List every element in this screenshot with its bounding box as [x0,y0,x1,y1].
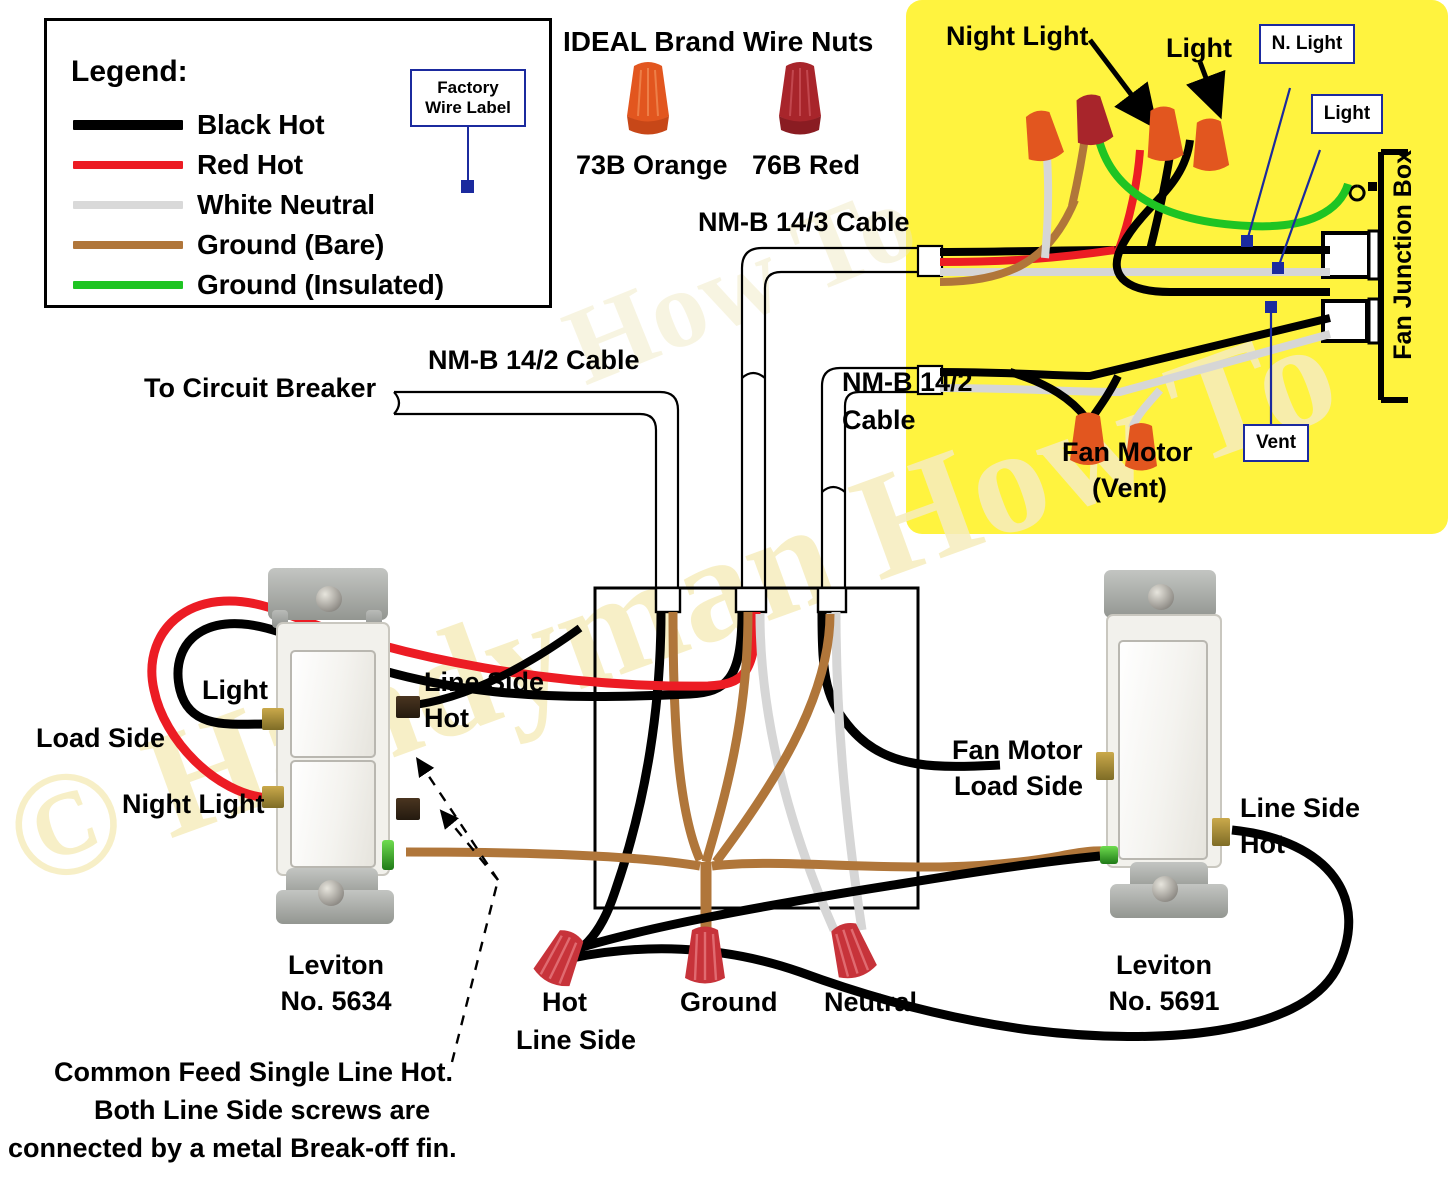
label-to-circuit-breaker: To Circuit Breaker [144,373,377,403]
factory-wire-label-box: Factory Wire Label [410,69,526,127]
label-left-line-side-2: Hot [424,703,469,733]
label-right-fan-motor-2: Load Side [954,771,1084,801]
footnote-pointer-lines [416,757,500,1063]
legend-row-black-hot: Black Hot [73,109,325,141]
legend-swatch-ground-insulated [73,281,183,289]
left-switch-model: No. 5634 [280,986,392,1016]
label-fan-junction-box: Fan Junction Box [1389,150,1417,360]
left-switch-bottom-screw[interactable] [318,880,344,906]
left-switch-top-screw[interactable] [316,586,342,612]
label-left-switch-night-light: Night Light [122,789,265,819]
legend-swatch-white-neutral [73,201,183,209]
left-switch-rocker-bottom[interactable] [290,760,376,868]
legend-label-red-hot: Red Hot [197,149,303,180]
factory-wire-label-line1: Factory [437,77,499,97]
right-switch-brand: Leviton [1115,950,1212,980]
conductors-14-3 [147,596,839,932]
legend-swatch-ground-bare [73,241,183,249]
factory-label-leader [467,127,469,180]
label-right-line-side-2: Hot [1240,829,1285,859]
label-left-line-side-1: Line Side [424,667,545,697]
factory-label-marker [461,180,474,193]
legend-swatch-black-hot [73,120,183,130]
label-light: Light [1166,33,1232,63]
right-switch-line-terminal[interactable] [1212,818,1230,846]
left-switch-line-terminal-bottom[interactable] [396,798,420,820]
label-left-switch-light: Light [202,675,268,705]
footnote-line3: connected by a metal Break-off fin. [8,1133,457,1163]
callout-light: Light [1311,94,1383,134]
legend-row-red-hot: Red Hot [73,149,303,181]
left-switch-line-terminal-top[interactable] [396,696,420,718]
right-switch-rocker[interactable] [1118,640,1208,860]
legend-title: Legend: [71,55,188,88]
label-fan-motor-line1: Fan Motor [1062,437,1193,467]
left-switch-rocker-top[interactable] [290,650,376,758]
footnote-line2: Both Line Side screws are [94,1095,431,1125]
label-neutral-splice: Neutral [824,987,918,1017]
label-nmb-14-2-top: NM-B 14/2 Cable [428,345,640,375]
left-switch-ground-terminal[interactable] [382,840,394,870]
label-right-line-side-1: Line Side [1240,793,1361,823]
ground-pigtails [405,846,1115,930]
right-switch-ground-terminal[interactable] [1100,846,1118,864]
legend-label-black-hot: Black Hot [197,109,325,140]
legend-row-white-neutral: White Neutral [73,189,375,221]
label-nmb-14-3: NM-B 14/3 Cable [698,207,910,237]
right-switch-model: No. 5691 [1108,986,1220,1016]
right-switch-top-screw[interactable] [1148,584,1174,610]
cable-nmb-14-2-fan [820,366,934,600]
label-hot-splice-line1: Hot [542,987,587,1017]
callout-n-light: N. Light [1259,24,1355,64]
wire-nut-red-caption: 76B Red [752,150,861,180]
wiring-diagram-canvas: How To © Handyman How To Legend: Black H… [0,0,1448,1168]
legend-label-white-neutral: White Neutral [197,189,375,220]
label-load-side: Load Side [36,723,166,753]
left-switch-brand: Leviton [287,950,384,980]
label-right-fan-motor-1: Fan Motor [952,735,1083,765]
wire-nuts-title: IDEAL Brand Wire Nuts [563,26,874,57]
label-fan-motor-line2: (Vent) [1092,473,1168,503]
label-ground-splice: Ground [680,987,778,1017]
legend-label-ground-insulated: Ground (Insulated) [197,269,444,300]
right-switch-bottom-screw[interactable] [1152,876,1178,902]
left-switch-load-terminal-light[interactable] [262,708,284,730]
legend-swatch-red-hot [73,161,183,169]
callout-vent: Vent [1243,424,1309,462]
legend-row-ground-insulated: Ground (Insulated) [73,269,444,301]
legend-label-ground-bare: Ground (Bare) [197,229,385,260]
legend-row-ground-bare: Ground (Bare) [73,229,384,261]
label-nmb-14-2-fan-line1: NM-B 14/2 [842,367,973,397]
left-switch-load-terminal-night-light[interactable] [262,786,284,808]
right-switch-load-terminal[interactable] [1096,752,1114,780]
footnote-line1: Common Feed Single Line Hot. [54,1057,454,1087]
factory-wire-label-line2: Wire Label [425,98,511,117]
label-night-light: Night Light [946,21,1089,51]
label-hot-splice-line2: Line Side [516,1025,637,1055]
legend-panel: Legend: Black Hot Red Hot White Neutral … [44,18,552,308]
wire-nut-orange-caption: 73B Orange [576,150,728,180]
label-nmb-14-2-fan-line2: Cable [842,405,916,435]
